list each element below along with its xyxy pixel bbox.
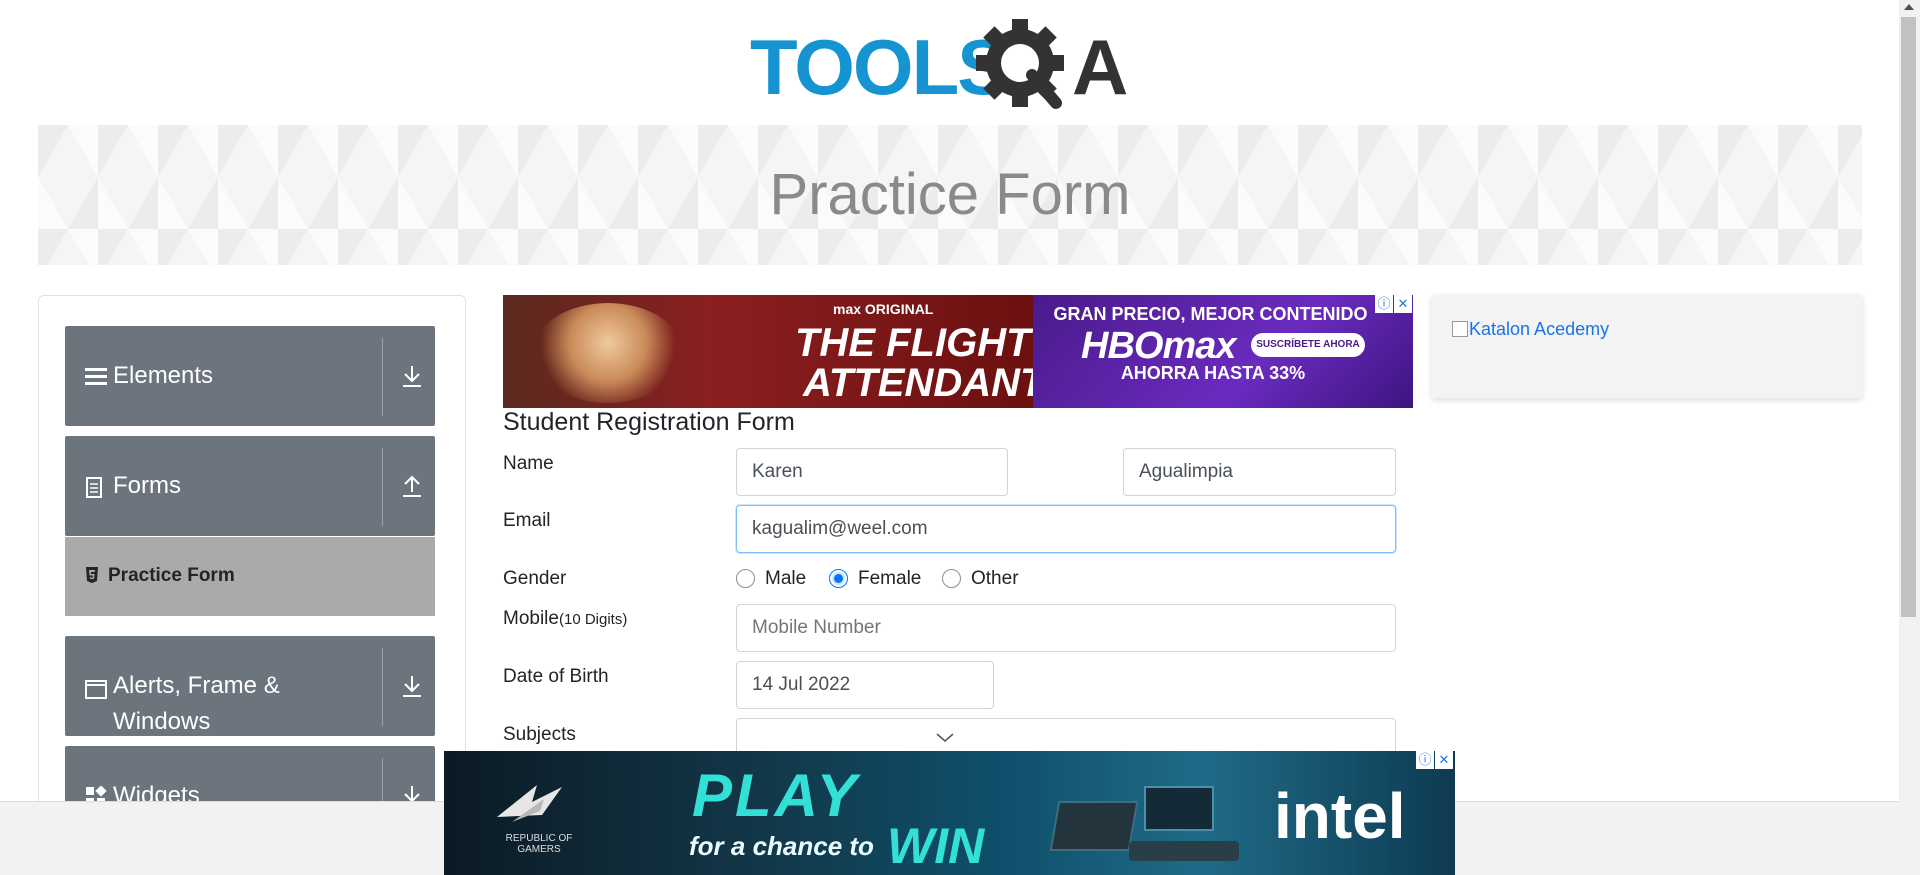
broken-image-icon [1452, 321, 1468, 337]
radio-label: Male [765, 568, 807, 589]
rog-text: REPUBLIC OF GAMERS [505, 833, 573, 855]
image-alt-text: Katalon Acedemy [1469, 319, 1610, 339]
ad-product-image [1034, 771, 1254, 866]
logo-text-right: A [1072, 23, 1128, 111]
bottom-advertisement[interactable]: REPUBLIC OF GAMERS PLAY for a chance to … [444, 751, 1455, 875]
last-name-input[interactable] [1123, 448, 1396, 496]
html5-icon [86, 567, 98, 583]
scrollbar-thumb[interactable] [1901, 17, 1916, 617]
ad-play-text: PLAY [692, 762, 860, 829]
divider [382, 648, 383, 726]
vertical-scrollbar[interactable] [1899, 0, 1920, 875]
page-banner: Practice Form [38, 125, 1862, 265]
document-icon [86, 477, 102, 498]
sidebar-item-label: Practice Form [108, 565, 235, 586]
email-label: Email [503, 510, 551, 531]
ad-info-icon[interactable]: ⓘ [1375, 295, 1393, 313]
toolsqa-logo[interactable]: TOOLS A [750, 16, 1150, 116]
window-icon [85, 680, 107, 699]
ad-title-line2: ATTENDANT [803, 361, 1045, 405]
divider [382, 448, 383, 526]
rog-logo-icon [497, 785, 562, 822]
ad-headline: GRAN PRECIO, MEJOR CONTENIDO [1053, 304, 1368, 324]
ad-chance-text: for a chance to [689, 831, 874, 861]
mobile-label-hint: (10 Digits) [558, 611, 628, 628]
ad-logo: HBOmax [1081, 325, 1236, 367]
sidebar-group-label-line1: Alerts, Frame & [113, 672, 280, 699]
sidebar-group-alerts[interactable]: Alerts, Frame & Windows [65, 636, 435, 736]
upload-arrow-icon [403, 475, 421, 497]
mobile-label: Mobile(10 Digits) [503, 608, 627, 630]
email-input[interactable] [736, 505, 1396, 553]
radio-label: Other [971, 568, 1019, 589]
name-label: Name [503, 453, 554, 474]
ad-close-icon[interactable]: ✕ [1394, 295, 1412, 313]
ad-brand: max ORIGINAL [833, 301, 934, 317]
mobile-label-text: Mobile [503, 608, 559, 629]
top-advertisement[interactable]: max ORIGINAL THE FLIGHT ATTENDANT GRAN P… [503, 295, 1413, 408]
ad-image-right: GRAN PRECIO, MEJOR CONTENIDO HBOmax SUSC… [1033, 295, 1413, 408]
page-viewport: TOOLS A Practice Form Elements Forms Pra… [0, 0, 1899, 875]
sidebar-group-forms[interactable]: Forms [65, 436, 435, 536]
intel-logo: intel [1274, 780, 1406, 852]
date-of-birth-input[interactable] [736, 661, 994, 709]
radio-label: Female [858, 568, 922, 589]
katalon-ad-image[interactable]: Katalon Acedemy [1452, 319, 1609, 340]
dob-label: Date of Birth [503, 666, 609, 687]
gender-label: Gender [503, 568, 567, 589]
sidebar-group-label: Elements [113, 362, 214, 389]
menu-icon [85, 368, 107, 385]
ad-title-line1: THE FLIGHT [795, 321, 1031, 365]
ad-win-text: WIN [887, 818, 985, 874]
chevron-down-icon[interactable] [936, 733, 954, 743]
first-name-input[interactable] [736, 448, 1008, 496]
radio-button[interactable] [942, 569, 961, 588]
gear-icon [976, 19, 1064, 109]
page-title: Practice Form [769, 162, 1131, 227]
ad-info-icon[interactable]: ⓘ [1416, 751, 1434, 769]
right-advertisement[interactable]: Katalon Acedemy [1432, 295, 1862, 398]
sidebar-group-label-line2: Windows [113, 708, 211, 735]
ad-close-icon[interactable]: ✕ [1435, 751, 1453, 769]
download-arrow-icon [403, 366, 421, 387]
divider [382, 338, 383, 416]
ad-image-left: max ORIGINAL THE FLIGHT ATTENDANT [503, 295, 1044, 408]
scroll-up-arrow-icon[interactable] [1904, 4, 1914, 10]
sidebar-group-elements[interactable]: Elements [65, 326, 435, 426]
ad-cta-button[interactable]: SUSCRÍBETE AHORA [1251, 333, 1365, 357]
mobile-input[interactable] [736, 604, 1396, 652]
sidebar-item-practice-form[interactable]: Practice Form [65, 537, 435, 616]
logo-text-left: TOOLS [750, 23, 1007, 111]
form-title: Student Registration Form [503, 408, 795, 436]
ad-offer: AHORRA HASTA 33% [1120, 363, 1306, 383]
sidebar-panel: Elements Forms Practice Form Alerts, Fra… [38, 295, 466, 875]
radio-button-selected[interactable] [829, 569, 848, 588]
sidebar-group-label: Forms [113, 472, 181, 499]
download-arrow-icon [403, 676, 421, 697]
subjects-label: Subjects [503, 724, 576, 745]
radio-button[interactable] [736, 569, 755, 588]
